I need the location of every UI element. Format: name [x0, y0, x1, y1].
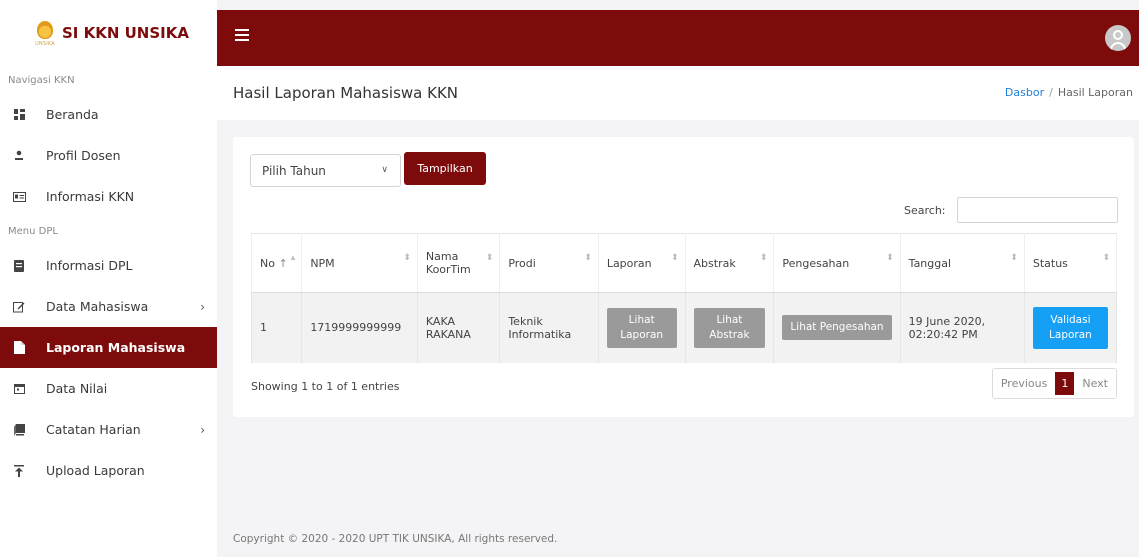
chevron-right-icon: ›	[200, 422, 205, 437]
sort-icon: ⬍	[1102, 253, 1110, 263]
show-button[interactable]: Tampilkan	[404, 152, 486, 185]
view-report-button[interactable]: Lihat Laporan	[606, 307, 677, 348]
document-icon	[12, 341, 26, 355]
brand[interactable]: UNSIKA SI KKN UNSIKA	[0, 0, 217, 66]
hamburger-icon[interactable]	[235, 29, 249, 41]
sidebar-item-laporan-mahasiswa[interactable]: Laporan Mahasiswa	[0, 327, 217, 368]
user-avatar-icon[interactable]	[1105, 25, 1131, 51]
breadcrumb-home-link[interactable]: Dasbor	[1005, 86, 1044, 99]
view-abstract-button[interactable]: Lihat Abstrak	[693, 307, 766, 348]
column-header-tanggal[interactable]: Tanggal ⬍	[900, 233, 1025, 293]
id-card-icon	[12, 190, 26, 204]
sort-icon: ⬍	[759, 253, 768, 263]
table-header-row: No ↑ ▴ NPM ⬍ Nama KoorTim ⬍ Prodi ⬍ Laporan ⬍…	[250, 233, 1118, 293]
cell-tanggal: 19 June 2020, 02:20:42 PM	[900, 292, 1025, 363]
search-input[interactable]	[957, 197, 1118, 223]
year-select-value: Pilih Tahun	[262, 164, 326, 178]
nav-heading-navigasi: Navigasi KKN	[8, 75, 75, 86]
view-approval-button[interactable]: Lihat Pengesahan	[782, 315, 892, 341]
sort-icon: ⬍	[403, 253, 411, 263]
column-header-npm[interactable]: NPM ⬍	[301, 233, 418, 293]
sidebar-item-label: Catatan Harian	[46, 422, 141, 437]
calendar-icon	[12, 382, 26, 396]
year-select[interactable]: Pilih Tahun ∨	[250, 154, 401, 187]
topbar	[217, 10, 1139, 66]
cell-abstrak: Lihat Abstrak	[685, 292, 775, 363]
chevron-right-icon: ›	[200, 299, 205, 314]
chevron-down-icon: ∨	[381, 165, 388, 175]
sort-icon: ⬍	[1010, 253, 1018, 263]
footer-copyright: Copyright © 2020 - 2020 UPT TIK UNSIKA, …	[233, 533, 558, 545]
sidebar-item-label: Data Nilai	[46, 381, 108, 396]
cell-prodi: Teknik Informatika	[499, 292, 599, 363]
report-card: Pilih Tahun ∨ Tampilkan Search: No ↑ ▴ NP…	[233, 137, 1134, 417]
cell-no: 1	[250, 292, 303, 363]
dashboard-icon	[12, 108, 26, 122]
column-header-pengesahan[interactable]: Pengesahan ⬍	[773, 233, 901, 293]
sidebar-item-beranda[interactable]: Beranda	[0, 94, 217, 135]
brand-title: SI KKN UNSIKA	[62, 24, 189, 42]
search-label: Search:	[904, 204, 946, 217]
sidebar-item-informasi-kkn[interactable]: Informasi KKN	[0, 176, 217, 217]
sort-icon: ⬍	[670, 253, 679, 263]
sidebar-item-data-nilai[interactable]: Data Nilai	[0, 368, 217, 409]
sidebar-item-label: Data Mahasiswa	[46, 299, 149, 314]
page-header: Hasil Laporan Mahasiswa KKN Dasbor / Hasil…	[217, 66, 1139, 120]
validate-report-button[interactable]: Validasi Laporan	[1032, 306, 1108, 349]
sidebar-item-label: Upload Laporan	[46, 463, 145, 478]
page-title: Hasil Laporan Mahasiswa KKN	[233, 84, 459, 102]
file-icon	[12, 259, 26, 273]
sidebar-item-label: Profil Dosen	[46, 148, 121, 163]
column-header-prodi[interactable]: Prodi ⬍	[499, 233, 599, 293]
pagination: Previous 1 Next	[991, 368, 1117, 399]
sidebar-item-label: Beranda	[46, 107, 99, 122]
sort-icon: ⬍	[584, 253, 592, 263]
cell-status: Validasi Laporan	[1024, 292, 1118, 363]
report-table: No ↑ ▴ NPM ⬍ Nama KoorTim ⬍ Prodi ⬍ Laporan ⬍…	[250, 233, 1118, 363]
edit-icon	[12, 300, 26, 314]
table-row: 1 1719999999999 KAKA RAKANA Teknik Infor…	[250, 292, 1118, 363]
pagination-previous[interactable]: Previous	[992, 369, 1056, 398]
column-header-laporan[interactable]: Laporan ⬍	[598, 233, 686, 293]
breadcrumb-current: Hasil Laporan	[1057, 86, 1133, 99]
sidebar-item-data-mahasiswa[interactable]: Data Mahasiswa ›	[0, 286, 217, 327]
sort-icon: ⬍	[886, 253, 894, 263]
sort-icon: ▴	[290, 253, 296, 263]
sidebar-item-label: Informasi DPL	[46, 258, 133, 273]
upload-icon	[12, 464, 26, 478]
pagination-page-current[interactable]: 1	[1055, 372, 1075, 395]
cell-pengesahan: Lihat Pengesahan	[773, 292, 901, 363]
column-header-abstrak[interactable]: Abstrak ⬍	[685, 233, 775, 293]
user-icon	[12, 149, 26, 163]
pagination-next[interactable]: Next	[1074, 369, 1116, 398]
sidebar-item-label: Laporan Mahasiswa	[46, 340, 186, 355]
column-header-no[interactable]: No ↑ ▴	[250, 233, 303, 293]
nav-heading-menu-dpl: Menu DPL	[8, 226, 58, 237]
sidebar-item-catatan-harian[interactable]: Catatan Harian ›	[0, 409, 217, 450]
book-icon	[12, 423, 26, 437]
cell-npm: 1719999999999	[301, 292, 418, 363]
sidebar-item-label: Informasi KKN	[46, 189, 135, 204]
sort-icon: ⬍	[485, 253, 494, 263]
table-info: Showing 1 to 1 of 1 entries	[251, 380, 400, 393]
cell-nama: KAKA RAKANA	[417, 292, 501, 363]
cell-laporan: Lihat Laporan	[598, 292, 686, 363]
sidebar-item-upload-laporan[interactable]: Upload Laporan	[0, 450, 217, 491]
sidebar-item-profil-dosen[interactable]: Profil Dosen	[0, 135, 217, 176]
breadcrumb-separator: /	[1049, 86, 1053, 99]
sidebar: UNSIKA SI KKN UNSIKA Navigasi KKN Berand…	[0, 0, 217, 557]
unsika-logo: UNSIKA	[34, 19, 56, 47]
breadcrumb: Dasbor / Hasil Laporan	[1005, 86, 1133, 99]
column-header-nama-koortim[interactable]: Nama KoorTim ⬍	[417, 233, 501, 293]
column-header-status[interactable]: Status ⬍	[1024, 233, 1118, 293]
sidebar-item-informasi-dpl[interactable]: Informasi DPL	[0, 245, 217, 286]
